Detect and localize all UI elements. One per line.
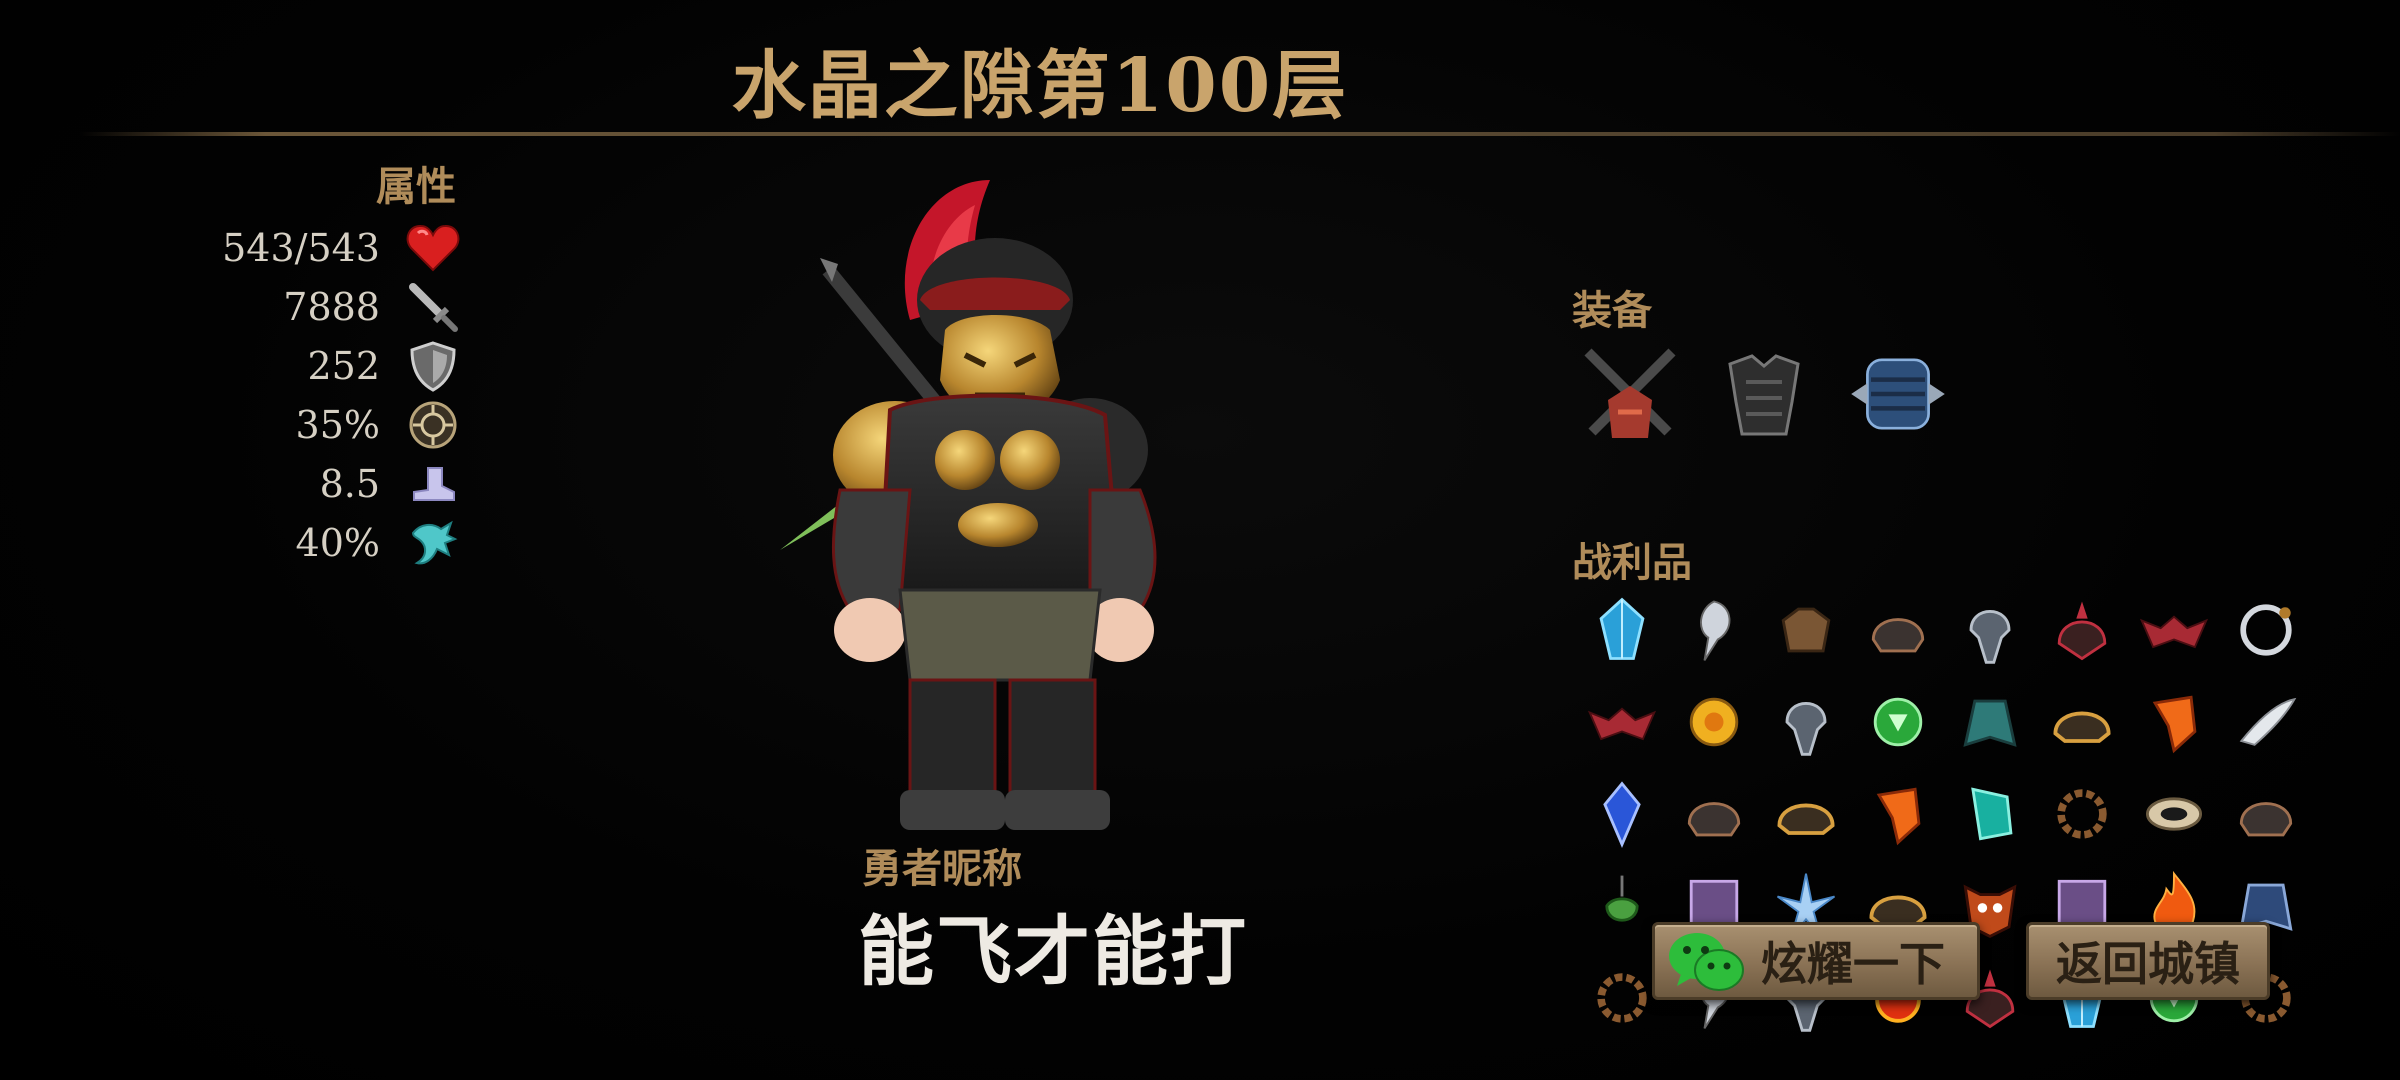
spiked-helm-icon[interactable] xyxy=(2036,584,2128,676)
share-label: 炫耀一下 xyxy=(1761,937,1945,991)
hero-character xyxy=(780,180,1157,830)
wechat-icon xyxy=(1669,933,1744,991)
bone-ring-icon[interactable] xyxy=(2128,768,2220,860)
crit-icon xyxy=(406,398,460,452)
sword-icon xyxy=(406,280,460,334)
gold-helm-icon[interactable] xyxy=(1760,768,1852,860)
nickname-label: 勇者昵称 xyxy=(862,845,1022,892)
gold-coin-icon[interactable] xyxy=(1668,676,1760,768)
share-button[interactable]: 炫耀一下 xyxy=(1652,922,1980,1000)
speed-value: 8.5 xyxy=(319,461,380,506)
silver-ring-icon[interactable] xyxy=(2220,584,2312,676)
iron-helm-icon[interactable] xyxy=(1944,584,2036,676)
orange-shard-icon[interactable] xyxy=(1852,768,1944,860)
attack-value: 7888 xyxy=(283,284,380,329)
stat-speed: 8.5 xyxy=(150,454,460,513)
gold-helm-icon[interactable] xyxy=(2036,676,2128,768)
stat-attack: 7888 xyxy=(150,277,460,336)
silver-fang-icon[interactable] xyxy=(2220,676,2312,768)
boot-icon xyxy=(406,457,460,511)
stat-crit: 35% xyxy=(150,395,460,454)
dodge-icon xyxy=(406,516,460,570)
crossed-swords-icon[interactable] xyxy=(1576,340,1684,448)
stats-panel: 543/543 7888 252 35% 8.5 40% xyxy=(150,218,460,572)
dodge-value: 40% xyxy=(295,520,380,565)
dark-helm-icon[interactable] xyxy=(1852,584,1944,676)
loot-grid xyxy=(1576,584,2336,1080)
leather-vest-icon[interactable] xyxy=(1760,584,1852,676)
stat-dodge: 40% xyxy=(150,513,460,572)
defense-value: 252 xyxy=(307,343,380,388)
silver-earring-icon[interactable] xyxy=(1668,584,1760,676)
hero-nickname: 能飞才能打 xyxy=(858,907,1248,996)
stats-label: 属性 xyxy=(376,163,456,210)
orange-shard-icon[interactable] xyxy=(2128,676,2220,768)
dark-helm-icon[interactable] xyxy=(2220,768,2312,860)
return-label: 返回城镇 xyxy=(2056,937,2240,991)
blue-crystal-icon[interactable] xyxy=(1576,584,1668,676)
teal-shard-icon[interactable] xyxy=(1944,768,2036,860)
heart-icon xyxy=(406,221,460,275)
stat-health: 543/543 xyxy=(150,218,460,277)
sapphire-icon[interactable] xyxy=(1576,768,1668,860)
blue-bracer-icon[interactable] xyxy=(1844,340,1952,448)
red-bat-mask-icon[interactable] xyxy=(1576,676,1668,768)
title-divider xyxy=(80,132,2400,136)
floor-title: 水晶之隙第100层 xyxy=(731,43,1349,129)
return-town-button[interactable]: 返回城镇 xyxy=(2026,922,2270,1000)
bead-bracelet-icon[interactable] xyxy=(2036,768,2128,860)
iron-helm-icon[interactable] xyxy=(1760,676,1852,768)
crit-value: 35% xyxy=(295,402,380,447)
result-screen: 水晶之隙第100层 属性 543/543 7888 252 35% 8.5 40… xyxy=(0,0,2400,1080)
health-value: 543/543 xyxy=(222,225,380,270)
red-bat-mask-icon[interactable] xyxy=(2128,584,2220,676)
stat-defense: 252 xyxy=(150,336,460,395)
shield-icon xyxy=(406,339,460,393)
teal-cape-icon[interactable] xyxy=(1944,676,2036,768)
green-gem-icon[interactable] xyxy=(1852,676,1944,768)
dark-armor-icon[interactable] xyxy=(1710,340,1818,448)
equipment-slots xyxy=(1576,340,1952,448)
dark-helm-icon[interactable] xyxy=(1668,768,1760,860)
loot-label: 战利品 xyxy=(1572,539,1692,586)
equipment-label: 装备 xyxy=(1572,287,1652,334)
